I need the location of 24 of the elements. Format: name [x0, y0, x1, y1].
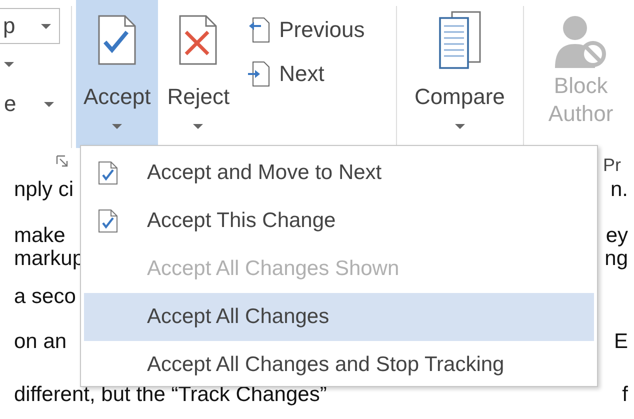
next-button[interactable]: Next: [245, 52, 386, 96]
document-text: make: [14, 224, 66, 247]
ribbon-label: Pr: [603, 155, 621, 176]
accept-button[interactable]: Accept: [76, 0, 158, 148]
menu-item[interactable]: Accept This Change: [84, 197, 594, 245]
document-text: different, but the “Track Changes”: [14, 383, 327, 406]
style-dropdown[interactable]: p: [0, 8, 60, 44]
menu-item[interactable]: Accept and Move to Next: [84, 149, 594, 197]
document-text: ng: [604, 247, 628, 270]
document-text: n.: [610, 178, 628, 201]
previous-button[interactable]: Previous: [245, 8, 386, 52]
document-text: on an: [14, 330, 67, 353]
document-text: nply ci: [14, 178, 74, 201]
markup-dropdown[interactable]: e: [0, 84, 54, 124]
document-text: a seco: [14, 285, 76, 308]
menu-item[interactable]: Accept All Changes: [84, 293, 594, 341]
document-right-arrow-icon: [245, 61, 272, 87]
dialog-launcher-icon[interactable]: [56, 155, 68, 167]
dropdown-arrow-icon[interactable]: [4, 62, 14, 66]
document-check-icon: [98, 161, 118, 185]
document-check-icon: [98, 209, 118, 233]
document-text: f: [622, 383, 628, 406]
document-text: E: [614, 330, 628, 353]
document-text: ey: [606, 224, 628, 247]
